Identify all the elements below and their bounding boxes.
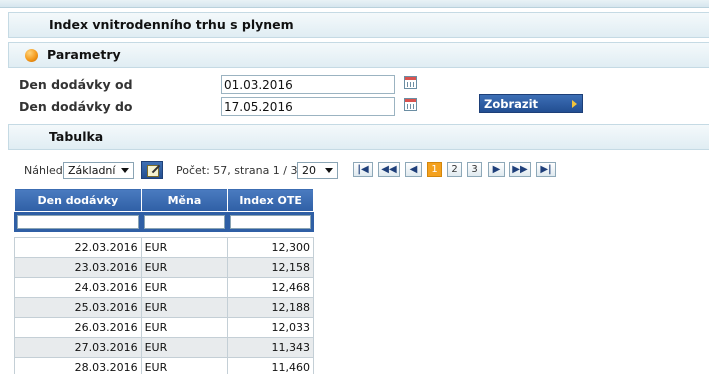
- filter-cell: [227, 211, 314, 232]
- last-page-icon: ▶|: [540, 164, 552, 175]
- table-row[interactable]: 27.03.2016 EUR 11,343: [14, 337, 314, 358]
- table-row[interactable]: 28.03.2016 EUR 11,460: [14, 357, 314, 374]
- page-title-bar: Index vnitrodenního trhu s plynem: [8, 12, 709, 38]
- cell-date: 27.03.2016: [14, 337, 142, 358]
- prev-block-button[interactable]: ◀◀: [378, 162, 400, 177]
- page-number: 1: [431, 164, 438, 175]
- cell-index: 11,460: [227, 357, 314, 374]
- next-page-button[interactable]: ▶: [488, 162, 505, 177]
- edit-view-icon[interactable]: [141, 161, 163, 179]
- page-1-button[interactable]: 1: [427, 162, 442, 177]
- cell-index: 12,188: [227, 297, 314, 318]
- column-header-index[interactable]: Index OTE: [227, 188, 314, 212]
- column-header-currency[interactable]: Měna: [140, 188, 229, 212]
- filter-cell: [14, 211, 142, 232]
- date-to-label: Den dodávky do: [19, 99, 133, 114]
- cell-date: 25.03.2016: [14, 297, 142, 318]
- cell-date: 24.03.2016: [14, 277, 142, 298]
- show-button[interactable]: Zobrazit: [479, 94, 583, 113]
- chevron-left-icon: ◀: [409, 164, 418, 175]
- table-row[interactable]: 24.03.2016 EUR 12,468: [14, 277, 314, 298]
- cell-currency: EUR: [140, 237, 229, 258]
- cell-index: 12,033: [227, 317, 314, 338]
- table-row[interactable]: 22.03.2016 EUR 12,300: [14, 237, 314, 258]
- double-chevron-left-icon: ◀◀: [381, 164, 397, 175]
- filter-index-input[interactable]: [230, 214, 311, 229]
- prev-page-button[interactable]: ◀: [405, 162, 422, 177]
- cell-index: 11,343: [227, 337, 314, 358]
- orange-bullet-icon: [25, 49, 38, 62]
- page-3-button[interactable]: 3: [467, 162, 482, 177]
- grid-toolbar: Náhled: Základní Počet: 57, strana 1 / 3…: [0, 161, 709, 181]
- cell-index: 12,468: [227, 277, 314, 298]
- cell-currency: EUR: [140, 297, 229, 318]
- caret-down-icon: [325, 168, 333, 173]
- cell-date: 26.03.2016: [14, 317, 142, 338]
- page-size-select[interactable]: 20: [297, 162, 338, 179]
- filter-cell: [140, 211, 229, 232]
- cell-index: 12,300: [227, 237, 314, 258]
- table-title: Tabulka: [49, 129, 104, 144]
- cell-currency: EUR: [140, 357, 229, 374]
- cell-date: 23.03.2016: [14, 257, 142, 278]
- record-count-text: Počet: 57, strana 1 / 3.: [176, 164, 302, 177]
- cell-index: 12,158: [227, 257, 314, 278]
- filter-currency-input[interactable]: [143, 214, 226, 229]
- table-row[interactable]: 26.03.2016 EUR 12,033: [14, 317, 314, 338]
- cell-date: 22.03.2016: [14, 237, 142, 258]
- table-section-header[interactable]: Tabulka: [8, 124, 709, 150]
- parameters-title: Parametry: [47, 47, 121, 62]
- next-block-button[interactable]: ▶▶: [509, 162, 531, 177]
- filter-date-input[interactable]: [17, 214, 139, 229]
- date-from-label: Den dodávky od: [19, 77, 133, 92]
- caret-down-icon: [121, 168, 129, 173]
- cell-currency: EUR: [140, 257, 229, 278]
- calendar-icon[interactable]: [404, 76, 417, 89]
- date-from-input[interactable]: [221, 75, 395, 94]
- cell-date: 28.03.2016: [14, 357, 142, 374]
- show-button-label: Zobrazit: [484, 97, 539, 111]
- cell-currency: EUR: [140, 337, 229, 358]
- view-select[interactable]: Základní: [63, 162, 134, 179]
- table-row[interactable]: 23.03.2016 EUR 12,158: [14, 257, 314, 278]
- top-border: [0, 0, 709, 8]
- chevron-right-icon: ▶: [492, 164, 501, 175]
- arrow-right-icon: [572, 100, 577, 108]
- cell-currency: EUR: [140, 317, 229, 338]
- last-page-button[interactable]: ▶|: [536, 162, 556, 177]
- view-label: Náhled:: [24, 164, 67, 177]
- view-select-value: Základní: [68, 164, 116, 177]
- first-page-icon: |◀: [357, 164, 369, 175]
- column-header-date[interactable]: Den dodávky: [14, 188, 142, 212]
- parameters-section-header[interactable]: Parametry: [8, 42, 709, 68]
- page-number: 3: [471, 164, 478, 175]
- cell-currency: EUR: [140, 277, 229, 298]
- page-size-value: 20: [302, 164, 316, 177]
- calendar-icon[interactable]: [404, 98, 417, 111]
- date-to-input[interactable]: [221, 97, 395, 116]
- data-grid: Den dodávky Měna Index OTE 22.03.2016 EU…: [14, 188, 314, 374]
- double-chevron-right-icon: ▶▶: [512, 164, 528, 175]
- table-row[interactable]: 25.03.2016 EUR 12,188: [14, 297, 314, 318]
- first-page-button[interactable]: |◀: [353, 162, 373, 177]
- page-number: 2: [451, 164, 458, 175]
- page-2-button[interactable]: 2: [447, 162, 462, 177]
- page-title: Index vnitrodenního trhu s plynem: [49, 17, 294, 32]
